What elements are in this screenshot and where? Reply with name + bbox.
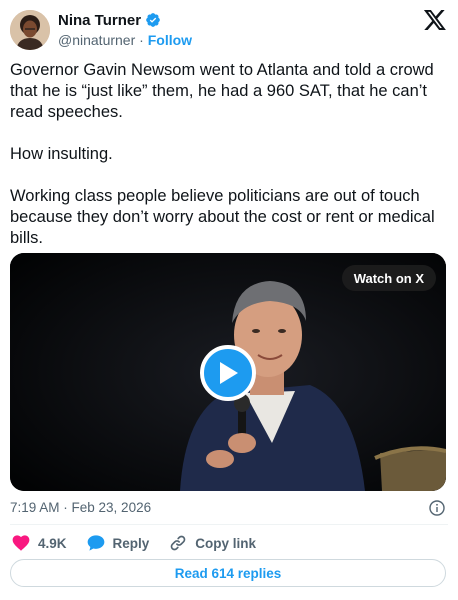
heart-icon	[12, 535, 30, 551]
reply-bubble-icon	[87, 535, 104, 551]
follow-button[interactable]: Follow	[148, 32, 192, 48]
handle-separator: ·	[139, 32, 144, 48]
tweet-timestamp[interactable]: 7:19 AM · Feb 23, 2026	[10, 500, 151, 515]
author-name[interactable]: Nina Turner	[58, 12, 141, 29]
copy-link-button[interactable]: Copy link	[169, 534, 256, 552]
watch-on-x-button[interactable]: Watch on X	[341, 265, 436, 291]
like-count: 4.9K	[38, 535, 67, 551]
play-icon	[220, 362, 238, 384]
verified-badge-icon	[145, 12, 161, 28]
info-icon[interactable]	[429, 500, 445, 516]
like-button[interactable]: 4.9K	[12, 535, 67, 551]
tweet-paragraph: Governor Gavin Newsom went to Atlanta an…	[10, 61, 434, 121]
reply-label: Reply	[112, 535, 150, 551]
author-handle[interactable]: @ninaturner	[58, 32, 135, 48]
reply-button[interactable]: Reply	[87, 535, 150, 551]
tweet-card: Nina Turner @ninaturner · Follow Governo…	[0, 0, 458, 600]
tweet-paragraph: Working class people believe politicians…	[10, 187, 435, 247]
video-player[interactable]: Watch on X	[10, 253, 446, 491]
copy-link-label: Copy link	[195, 535, 257, 551]
author-block: Nina Turner @ninaturner · Follow	[58, 11, 192, 50]
link-icon	[170, 535, 186, 551]
tweet-text: Governor Gavin Newsom went to Atlanta an…	[10, 60, 448, 249]
divider	[10, 524, 448, 525]
tweet-paragraph: How insulting.	[10, 145, 113, 163]
read-replies-button[interactable]: Read 614 replies	[10, 559, 446, 587]
play-button[interactable]	[200, 345, 256, 401]
action-bar: 4.9K Reply Copy link	[12, 533, 256, 553]
x-logo-icon[interactable]	[423, 10, 446, 30]
avatar[interactable]	[10, 10, 50, 50]
